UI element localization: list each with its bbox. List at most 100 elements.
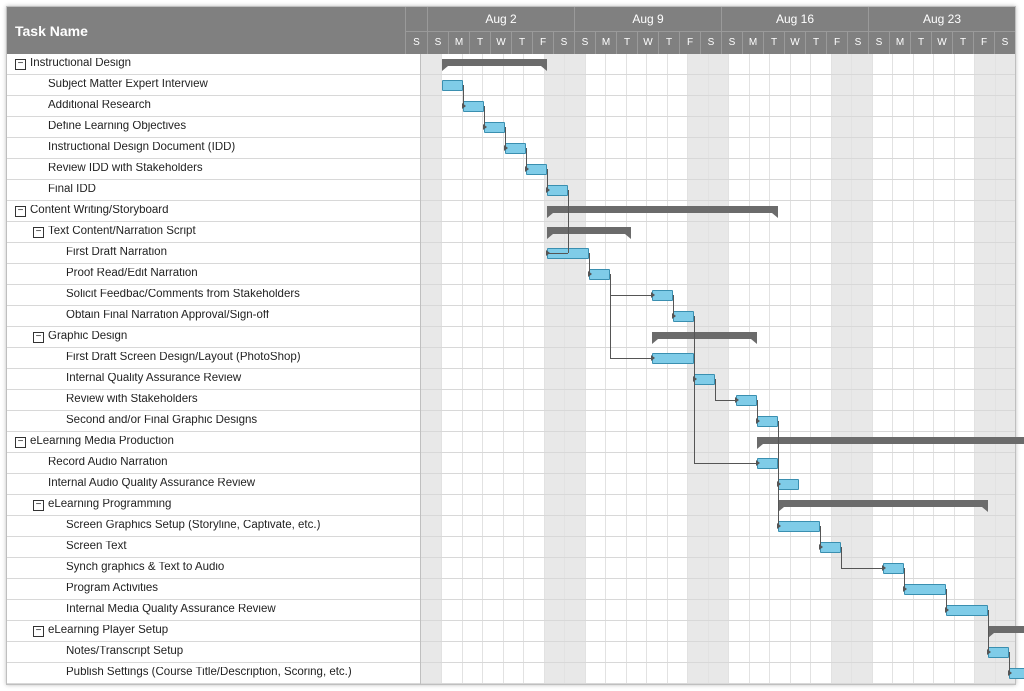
task-row[interactable]: −Graphic Design (7, 327, 420, 348)
task-bar[interactable] (736, 395, 757, 406)
task-row[interactable]: Additional Research (7, 96, 420, 117)
summary-bar[interactable] (547, 227, 631, 234)
task-label: Content Writing/Storyboard (30, 205, 420, 217)
task-row[interactable]: Synch graphics & Text to Audio (7, 558, 420, 579)
week-header-blank (406, 7, 427, 31)
task-label: Final IDD (48, 184, 420, 196)
day-header: S (574, 31, 595, 55)
day-header: M (448, 31, 469, 55)
day-header: T (763, 31, 784, 55)
task-row[interactable]: Review IDD with Stakeholders (7, 159, 420, 180)
day-header: T (805, 31, 826, 55)
task-label: Internal Quality Assurance Review (66, 373, 420, 385)
summary-bar[interactable] (547, 206, 778, 213)
task-row[interactable]: Record Audio Narration (7, 453, 420, 474)
task-row[interactable]: Internal Audio Quality Assurance Review (7, 474, 420, 495)
day-header: M (889, 31, 910, 55)
task-bar[interactable] (883, 563, 904, 574)
task-row[interactable]: Program Activities (7, 579, 420, 600)
task-bar[interactable] (505, 143, 526, 154)
collapse-icon[interactable]: − (15, 437, 26, 448)
summary-bar[interactable] (988, 626, 1024, 633)
task-row[interactable]: Second and/or Final Graphic Designs (7, 411, 420, 432)
task-row[interactable]: −Content Writing/Storyboard (7, 201, 420, 222)
task-label: Obtain Final Narration Approval/Sign-off (66, 310, 420, 322)
task-label: Internal Media Quality Assurance Review (66, 604, 420, 616)
task-row[interactable]: Internal Quality Assurance Review (7, 369, 420, 390)
task-bar[interactable] (820, 542, 841, 553)
day-header: T (469, 31, 490, 55)
task-row[interactable]: −Instructional Design (7, 54, 420, 75)
task-bar[interactable] (652, 290, 673, 301)
summary-bar[interactable] (652, 332, 757, 339)
task-bar[interactable] (946, 605, 988, 616)
task-label: Program Activities (66, 583, 420, 595)
task-row[interactable]: −Text Content/Narration Script (7, 222, 420, 243)
task-label: Synch graphics & Text to Audio (66, 562, 420, 574)
task-row[interactable]: Obtain Final Narration Approval/Sign-off (7, 306, 420, 327)
task-row[interactable]: −eLearning Player Setup (7, 621, 420, 642)
task-row[interactable]: Define Learning Objectives (7, 117, 420, 138)
task-label: Publish Settings (Course Title/Descripti… (66, 667, 420, 679)
summary-bar[interactable] (778, 500, 988, 507)
collapse-icon[interactable]: − (33, 500, 44, 511)
collapse-icon[interactable]: − (33, 227, 44, 238)
summary-bar[interactable] (442, 59, 547, 66)
task-bar[interactable] (484, 122, 505, 133)
task-bar[interactable] (589, 269, 610, 280)
week-header: Aug 9 (574, 7, 721, 31)
collapse-icon[interactable]: − (33, 626, 44, 637)
collapse-icon[interactable]: − (15, 206, 26, 217)
day-header: T (616, 31, 637, 55)
summary-bar[interactable] (757, 437, 1024, 444)
task-bar[interactable] (778, 521, 820, 532)
task-bar[interactable] (757, 416, 778, 427)
task-label: Subject Matter Expert Interview (48, 79, 420, 91)
task-row[interactable]: Notes/Transcript Setup (7, 642, 420, 663)
day-header: F (532, 31, 553, 55)
task-row[interactable]: Solicit Feedbac/Comments from Stakeholde… (7, 285, 420, 306)
task-label: Define Learning Objectives (48, 121, 420, 133)
task-label: First Draft Narration (66, 247, 420, 259)
column-header-label: Task Name (15, 23, 88, 39)
task-row[interactable]: Publish Settings (Course Title/Descripti… (7, 663, 420, 684)
week-header: Aug 16 (721, 7, 868, 31)
task-row[interactable]: Review with Stakeholders (7, 390, 420, 411)
task-bar[interactable] (673, 311, 694, 322)
task-list[interactable]: −Instructional Design Subject Matter Expe… (7, 54, 421, 684)
task-bar[interactable] (904, 584, 946, 595)
task-label: Text Content/Narration Script (48, 226, 420, 238)
task-row[interactable]: Internal Media Quality Assurance Review (7, 600, 420, 621)
task-bar[interactable] (778, 479, 799, 490)
collapse-icon[interactable]: − (33, 332, 44, 343)
task-row[interactable]: First Draft Narration (7, 243, 420, 264)
day-header: W (931, 31, 952, 55)
task-label: Screen Graphics Setup (Storyline, Captiv… (66, 520, 420, 532)
day-header: T (658, 31, 679, 55)
task-bar[interactable] (547, 185, 568, 196)
column-header-taskname[interactable]: Task Name (7, 7, 406, 54)
task-bar[interactable] (757, 458, 778, 469)
task-row[interactable]: −eLearning Programming (7, 495, 420, 516)
task-bar[interactable] (526, 164, 547, 175)
task-row[interactable]: First Draft Screen Design/Layout (PhotoS… (7, 348, 420, 369)
task-row[interactable]: Screen Graphics Setup (Storyline, Captiv… (7, 516, 420, 537)
task-row[interactable]: Screen Text (7, 537, 420, 558)
day-header: S (721, 31, 742, 55)
task-bar[interactable] (652, 353, 694, 364)
task-bar[interactable] (988, 647, 1009, 658)
collapse-icon[interactable]: − (15, 59, 26, 70)
task-bar[interactable] (442, 80, 463, 91)
task-bar[interactable] (463, 101, 484, 112)
timeline-grid[interactable] (421, 54, 1015, 684)
task-row[interactable]: Instructional Design Document (IDD) (7, 138, 420, 159)
task-row[interactable]: −eLearning Media Production (7, 432, 420, 453)
task-bar[interactable] (694, 374, 715, 385)
task-row[interactable]: Final IDD (7, 180, 420, 201)
task-row[interactable]: Proof Read/Edit Narration (7, 264, 420, 285)
day-header: M (595, 31, 616, 55)
day-header: S (406, 31, 427, 55)
task-row[interactable]: Subject Matter Expert Interview (7, 75, 420, 96)
week-header: Aug 23 (868, 7, 1015, 31)
day-header: W (490, 31, 511, 55)
